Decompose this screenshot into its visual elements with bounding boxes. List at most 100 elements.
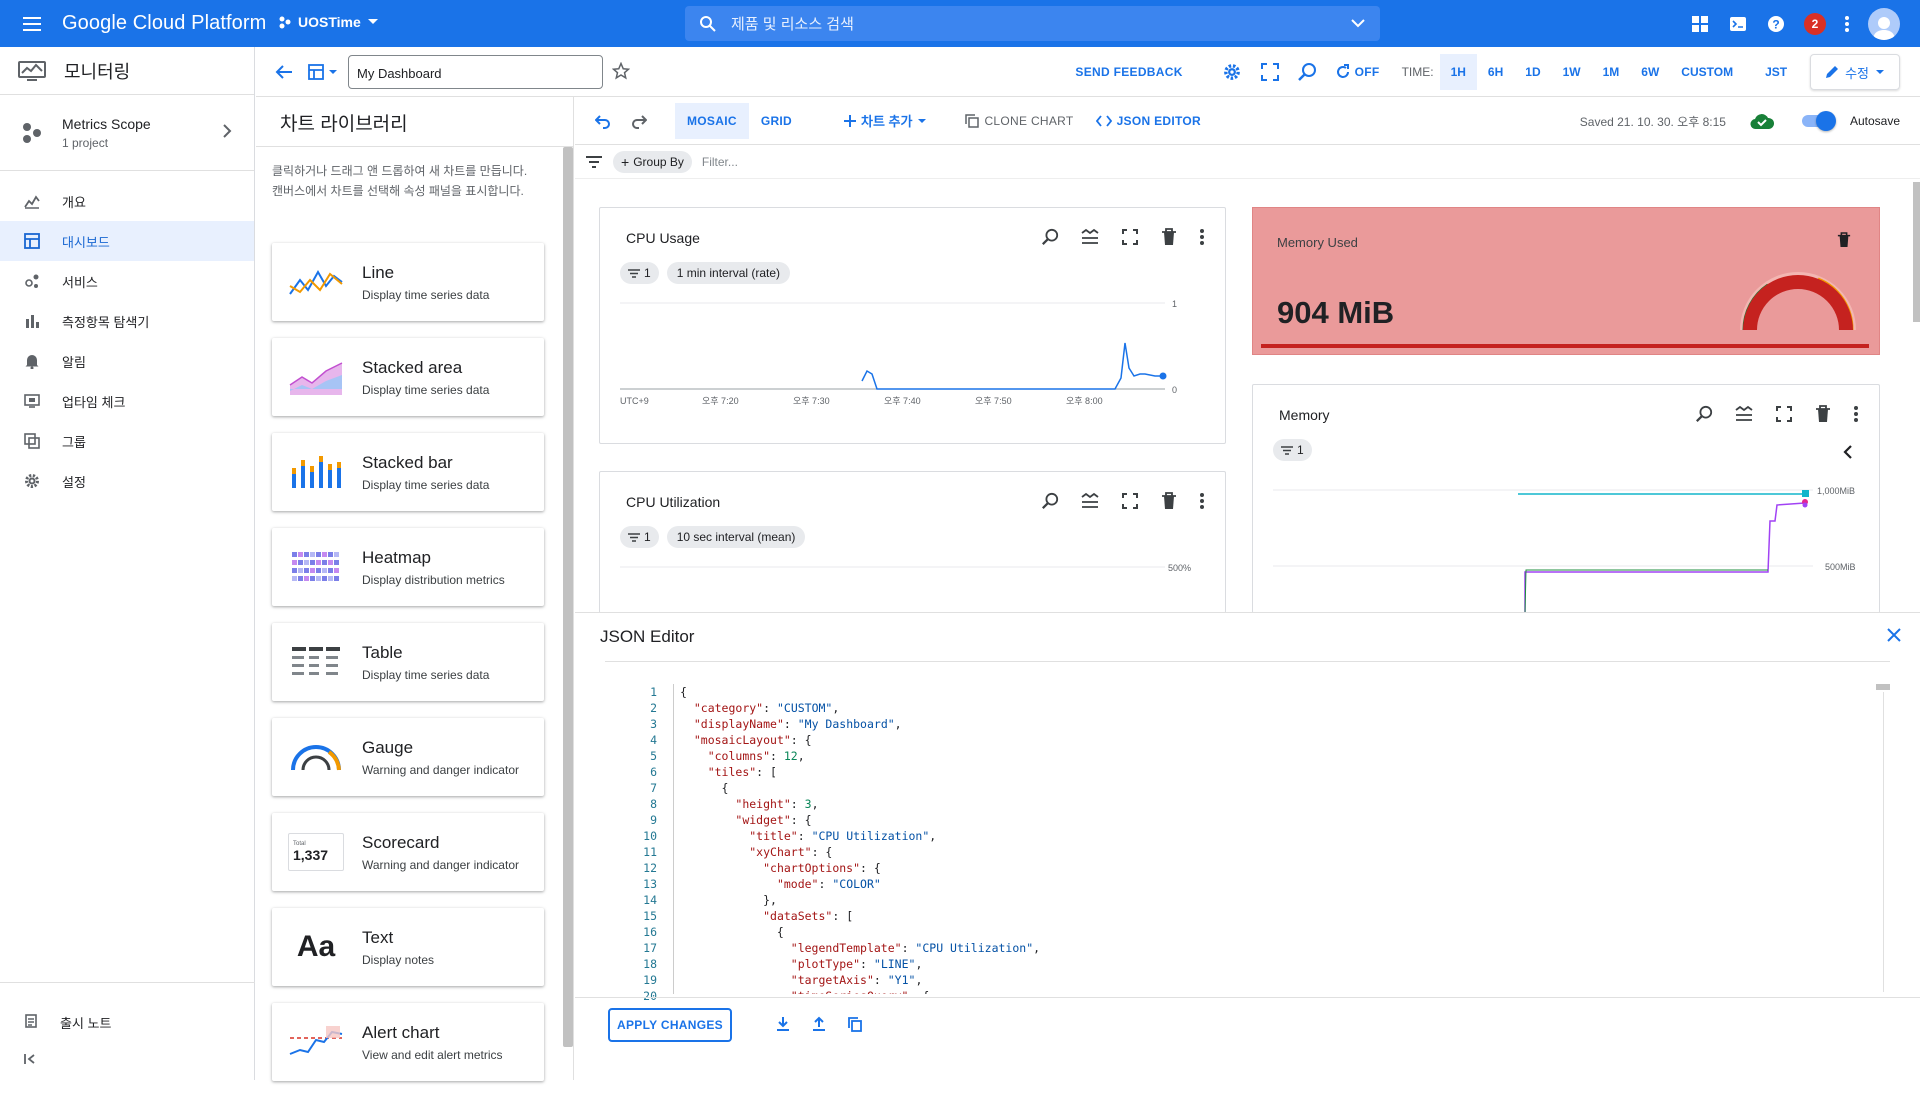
more-vert-icon[interactable] — [1844, 14, 1850, 34]
time-option-1w[interactable]: 1W — [1552, 54, 1592, 90]
json-code-editor[interactable]: 1 2 3 4 5 6 7 8 9 10 11 12 13 14 15 16 17 18 19 20 { "categ… — [605, 661, 1890, 1003]
auto-refresh-toggle[interactable]: OFF — [1335, 64, 1380, 80]
nav-item-overview[interactable]: 개요 — [0, 181, 254, 221]
fullscreen-icon[interactable] — [1260, 63, 1279, 81]
avatar[interactable] — [1868, 8, 1900, 40]
brand-title[interactable]: Google Cloud Platform — [62, 12, 266, 35]
more-vert-icon[interactable] — [1199, 228, 1205, 246]
back-arrow-icon[interactable] — [274, 62, 294, 82]
more-vert-icon[interactable] — [1853, 405, 1859, 423]
download-icon[interactable] — [775, 1016, 791, 1032]
code-area[interactable]: { "category": "CUSTOM", "displayName": "… — [673, 684, 1883, 994]
nav-item-dashboards[interactable]: 대시보드 — [0, 221, 254, 261]
upload-icon[interactable] — [811, 1016, 827, 1032]
library-scrollbar[interactable] — [563, 147, 573, 1047]
search-bar[interactable]: 제품 및 리소스 검색 — [685, 6, 1380, 41]
legend-toggle-icon[interactable] — [1081, 492, 1099, 510]
redo-icon[interactable] — [631, 113, 647, 129]
zoom-icon[interactable] — [1297, 62, 1317, 82]
close-icon[interactable] — [1886, 627, 1902, 643]
more-vert-icon[interactable] — [1199, 492, 1205, 510]
collapse-nav-icon[interactable] — [24, 1053, 38, 1065]
filter-count-chip[interactable]: 1 — [620, 262, 659, 284]
legend-toggle-icon[interactable] — [1081, 228, 1099, 246]
timezone-option[interactable]: JST — [1754, 54, 1798, 90]
widget-cpu-usage[interactable]: CPU Usage 1 1 min interval (rate) 1 0 UT… — [599, 207, 1226, 444]
widget-memory-used[interactable]: Memory Used 904 MiB — [1252, 207, 1880, 355]
fullscreen-icon[interactable] — [1121, 228, 1139, 246]
chevron-left-icon[interactable] — [1843, 445, 1853, 459]
autosave-toggle[interactable] — [1800, 111, 1836, 131]
nav-item-services[interactable]: 서비스 — [0, 261, 254, 301]
clone-chart-button[interactable]: CLONE CHART — [965, 114, 1073, 128]
hamburger-menu-icon[interactable] — [20, 12, 44, 36]
widget-cpu-utilization[interactable]: CPU Utilization 1 10 sec interval (mean)… — [599, 471, 1226, 613]
chart-card-stacked-bar[interactable]: Stacked bar Display time series data — [272, 433, 544, 511]
dashboard-type-selector[interactable] — [308, 64, 338, 80]
aggregation-chip[interactable]: 1 min interval (rate) — [666, 262, 791, 284]
fullscreen-icon[interactable] — [1775, 405, 1793, 423]
chart-card-gauge[interactable]: Gauge Warning and danger indicator — [272, 718, 544, 796]
undo-icon[interactable] — [595, 113, 611, 129]
chart-card-alert-chart[interactable]: Alert chart View and edit alert metrics — [272, 1003, 544, 1081]
nav-item-uptime-checks[interactable]: 업타임 체크 — [0, 381, 254, 421]
y-tick-500: 500MiB — [1825, 562, 1856, 572]
delete-icon[interactable] — [1161, 228, 1177, 246]
nav-item-settings[interactable]: 설정 — [0, 461, 254, 501]
time-option-6w[interactable]: 6W — [1630, 54, 1670, 90]
star-icon[interactable] — [612, 62, 630, 80]
zoom-icon[interactable] — [1695, 405, 1713, 423]
chart-card-table[interactable]: Table Display time series data — [272, 623, 544, 701]
time-option-1h[interactable]: 1H — [1439, 54, 1477, 90]
nav-item-alerting[interactable]: 알림 — [0, 341, 254, 381]
settings-gear-icon[interactable] — [1223, 63, 1241, 81]
delete-icon[interactable] — [1815, 405, 1831, 423]
chevron-right-icon[interactable] — [222, 123, 232, 139]
send-feedback-button[interactable]: SEND FEEDBACK — [1075, 65, 1182, 79]
chart-card-stacked-area[interactable]: Stacked area Display time series data — [272, 338, 544, 416]
nav-item-metrics-explorer[interactable]: 측정항목 탐색기 — [0, 301, 254, 341]
widget-memory[interactable]: Memory 1 1,000MiB 500MiB — [1252, 384, 1880, 614]
aggregation-chip[interactable]: 10 sec interval (mean) — [666, 526, 806, 548]
scope-subtitle: 1 project — [62, 135, 109, 150]
cloud-shell-icon[interactable] — [1728, 14, 1748, 34]
help-icon[interactable]: ? — [1766, 14, 1786, 34]
layout-mosaic-toggle[interactable]: MOSAIC — [675, 102, 749, 139]
layout-grid-toggle[interactable]: GRID — [749, 103, 804, 139]
chart-card-heatmap[interactable]: Heatmap Display distribution metrics — [272, 528, 544, 606]
notifications-badge[interactable]: 2 — [1804, 13, 1826, 35]
time-option-1d[interactable]: 1D — [1514, 54, 1551, 90]
time-option-custom[interactable]: CUSTOM — [1670, 54, 1744, 90]
add-chart-button[interactable]: 차트 추가 — [844, 111, 927, 130]
search-input[interactable]: 제품 및 리소스 검색 — [731, 13, 854, 34]
copy-icon[interactable] — [847, 1016, 863, 1032]
chart-card-text[interactable]: Aa Text Display notes — [272, 908, 544, 986]
time-option-1m[interactable]: 1M — [1592, 54, 1631, 90]
time-option-6h[interactable]: 6H — [1477, 54, 1514, 90]
filter-count-chip[interactable]: 1 — [620, 526, 659, 548]
legend-toggle-icon[interactable] — [1735, 405, 1753, 423]
zoom-icon[interactable] — [1041, 228, 1059, 246]
filter-input[interactable]: Filter... — [702, 155, 738, 169]
dashboard-name-input[interactable]: My Dashboard — [348, 55, 603, 89]
chart-card-scorecard[interactable]: Total 1,337 Scorecard Warning and danger … — [272, 813, 544, 891]
edit-button[interactable]: 수정 — [1810, 54, 1900, 90]
delete-icon[interactable] — [1837, 232, 1851, 248]
editor-scroll-thumb[interactable] — [1876, 684, 1890, 690]
canvas-scrollbar[interactable] — [1913, 182, 1920, 322]
release-notes-link[interactable]: 출시 노트 — [0, 982, 255, 1032]
nav-item-groups[interactable]: 그룹 — [0, 421, 254, 461]
metrics-scope[interactable]: Metrics Scope 1 project — [0, 95, 254, 171]
fullscreen-icon[interactable] — [1121, 492, 1139, 510]
json-editor-button[interactable]: JSON EDITOR — [1095, 114, 1201, 128]
group-by-chip[interactable]: + Group By — [613, 150, 692, 173]
apply-changes-button[interactable]: APPLY CHANGES — [608, 1008, 732, 1042]
delete-icon[interactable] — [1161, 492, 1177, 510]
marketplace-icon[interactable] — [1690, 14, 1710, 34]
filter-list-icon[interactable] — [585, 155, 603, 168]
zoom-icon[interactable] — [1041, 492, 1059, 510]
filter-count-chip[interactable]: 1 — [1273, 439, 1312, 461]
search-expand-icon[interactable] — [1350, 16, 1366, 30]
chart-card-line[interactable]: Line Display time series data — [272, 243, 544, 321]
project-selector[interactable]: UOSTime — [278, 14, 379, 30]
